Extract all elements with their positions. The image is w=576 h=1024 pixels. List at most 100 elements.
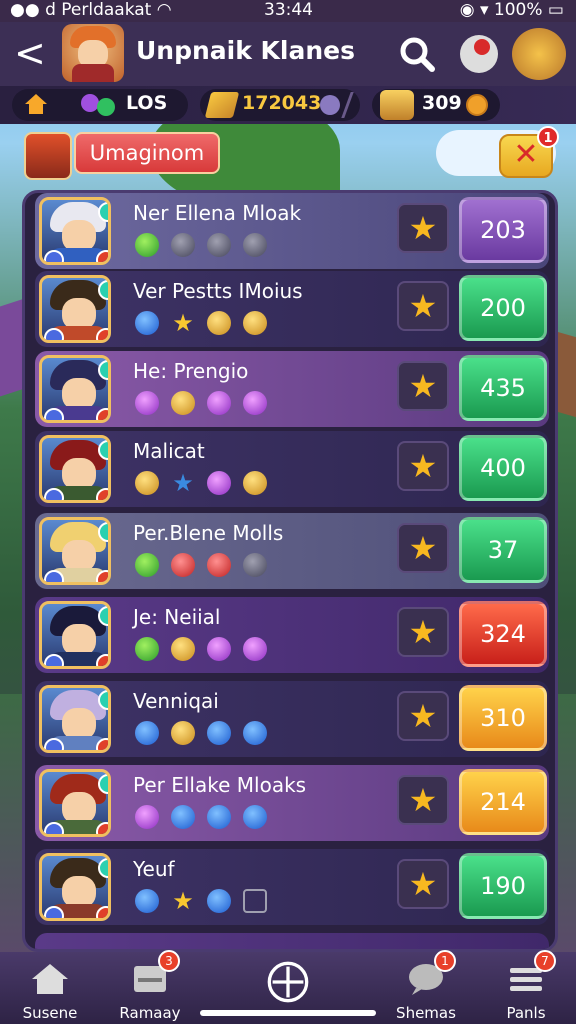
favorite-star-button[interactable]: ★: [397, 775, 449, 825]
nav-item-ramaay[interactable]: Ramaay 3: [100, 950, 200, 1022]
star-icon: ★: [172, 309, 194, 337]
gem-row: [135, 553, 279, 579]
coin-icon[interactable]: [466, 94, 488, 116]
leaderboard-row[interactable]: Per.Blene Molls ★ 37: [35, 513, 549, 589]
element-badge-icon: [44, 488, 64, 500]
leaderboard-row[interactable]: [35, 933, 549, 949]
favorite-star-button[interactable]: ★: [397, 523, 449, 573]
nav-label: Ramaay: [119, 1004, 181, 1022]
chat-bubble-icon[interactable]: [460, 35, 498, 73]
top-bar: < Unpnaik Klanes: [0, 22, 576, 86]
score-badge[interactable]: 200: [459, 275, 547, 341]
player-name: Per Ellake Mloaks: [133, 773, 307, 797]
purple-gem-icon: [243, 391, 267, 415]
player-name: He: Prengio: [133, 359, 249, 383]
leaderboard-row[interactable]: Malicat ★ ★ 400: [35, 431, 549, 507]
favorite-star-button[interactable]: ★: [397, 691, 449, 741]
leaderboard-row[interactable]: Ner Ellena Mloak ★ 203: [35, 193, 549, 269]
nav-item-shemas[interactable]: Shemas 1: [376, 950, 476, 1022]
section-label: Umaginom: [74, 132, 220, 174]
player-name: Venniqai: [133, 689, 219, 713]
purple-gem-icon: [207, 471, 231, 495]
hero-portrait[interactable]: [39, 197, 111, 265]
gold-gem-icon: [171, 637, 195, 661]
score-badge[interactable]: 190: [459, 853, 547, 919]
class-badge-icon: [96, 654, 108, 666]
blue-gem-icon: [207, 721, 231, 745]
hero-portrait[interactable]: [39, 355, 111, 423]
home-icon[interactable]: [24, 93, 48, 115]
hero-portrait[interactable]: [39, 853, 111, 921]
leaderboard-row[interactable]: Ver Pestts IMoius ★ ★ 200: [35, 271, 549, 347]
rank-badge-icon: [98, 440, 108, 460]
gem-icon: [320, 95, 340, 115]
hero-portrait[interactable]: [39, 517, 111, 585]
score-badge[interactable]: 37: [459, 517, 547, 583]
score-badge[interactable]: 310: [459, 685, 547, 751]
nav-item-susene[interactable]: Susene: [0, 956, 100, 1022]
gem-row: [135, 805, 279, 831]
back-button[interactable]: <: [14, 34, 48, 74]
hero-portrait[interactable]: [39, 435, 111, 503]
close-button[interactable]: ✕ 1: [499, 126, 559, 178]
nav-item-panls[interactable]: Panls 7: [476, 950, 576, 1022]
rank-badge-icon: [98, 606, 108, 626]
notification-badge: 1: [537, 126, 559, 148]
leaderboard-row[interactable]: Per Ellake Mloaks ★ 214: [35, 765, 549, 841]
leaderboard-row[interactable]: He: Prengio ★ 435: [35, 351, 549, 427]
score-badge[interactable]: 324: [459, 601, 547, 667]
gem-row: ★: [135, 311, 279, 337]
leaderboard-row[interactable]: Venniqai ★ 310: [35, 681, 549, 757]
status-battery: ◉ ▾ 100% ▭: [459, 0, 564, 20]
hero-portrait[interactable]: [39, 275, 111, 343]
score-badge[interactable]: 214: [459, 769, 547, 835]
pet-icon[interactable]: [512, 28, 566, 80]
hero-portrait[interactable]: [39, 769, 111, 837]
gem-row: [135, 391, 279, 417]
element-badge-icon: [44, 738, 64, 750]
score-badge[interactable]: 203: [459, 197, 547, 263]
gold-gem-icon: [171, 721, 195, 745]
hero-portrait[interactable]: [39, 601, 111, 669]
element-badge-icon: [44, 408, 64, 420]
blue-gem-icon: [243, 721, 267, 745]
blue-gem-icon: [207, 805, 231, 829]
gold-gem-icon: [171, 391, 195, 415]
score-badge[interactable]: 400: [459, 435, 547, 501]
purple-gem-icon: [207, 391, 231, 415]
favorite-star-button[interactable]: ★: [397, 203, 449, 253]
home-indicator: [200, 1010, 376, 1016]
player-avatar[interactable]: [62, 24, 124, 82]
player-name: Yeuf: [133, 857, 175, 881]
status-bar: ●● d Perldaakat ◠ 33:44 ◉ ▾ 100% ▭: [0, 0, 576, 22]
class-badge-icon: [96, 906, 108, 918]
favorite-star-button[interactable]: ★: [397, 441, 449, 491]
los-label: LOS: [126, 92, 168, 114]
favorite-star-button[interactable]: ★: [397, 607, 449, 657]
grey-gem-icon: [243, 553, 267, 577]
status-time: 33:44: [264, 0, 313, 20]
leaderboard-row[interactable]: Je: Neiial ★ 324: [35, 597, 549, 673]
status-carrier: ●● d Perldaakat ◠: [10, 0, 172, 20]
leaderboard-row[interactable]: Yeuf ★ ★ 190: [35, 849, 549, 925]
element-badge-icon: [44, 906, 64, 918]
favorite-star-button[interactable]: ★: [397, 361, 449, 411]
gem-cluster-icon: [81, 94, 115, 116]
rank-badge-icon: [98, 690, 108, 710]
grey-gem-icon: [243, 233, 267, 257]
element-badge-icon: [44, 328, 64, 340]
rank-badge-icon: [98, 858, 108, 878]
player-name: Ner Ellena Mloak: [133, 201, 302, 225]
search-icon[interactable]: [398, 35, 436, 73]
hero-portrait[interactable]: [39, 685, 111, 753]
purple-gem-icon: [135, 805, 159, 829]
notification-dot: [474, 39, 490, 55]
score-badge[interactable]: 435: [459, 355, 547, 421]
resource-bar: LOS 172043 309: [0, 86, 576, 124]
element-badge-icon: [44, 570, 64, 582]
notification-badge: 1: [434, 950, 456, 972]
favorite-star-button[interactable]: ★: [397, 859, 449, 909]
favorite-star-button[interactable]: ★: [397, 281, 449, 331]
gold-gem-icon: [243, 471, 267, 495]
rank-badge-icon: [98, 280, 108, 300]
